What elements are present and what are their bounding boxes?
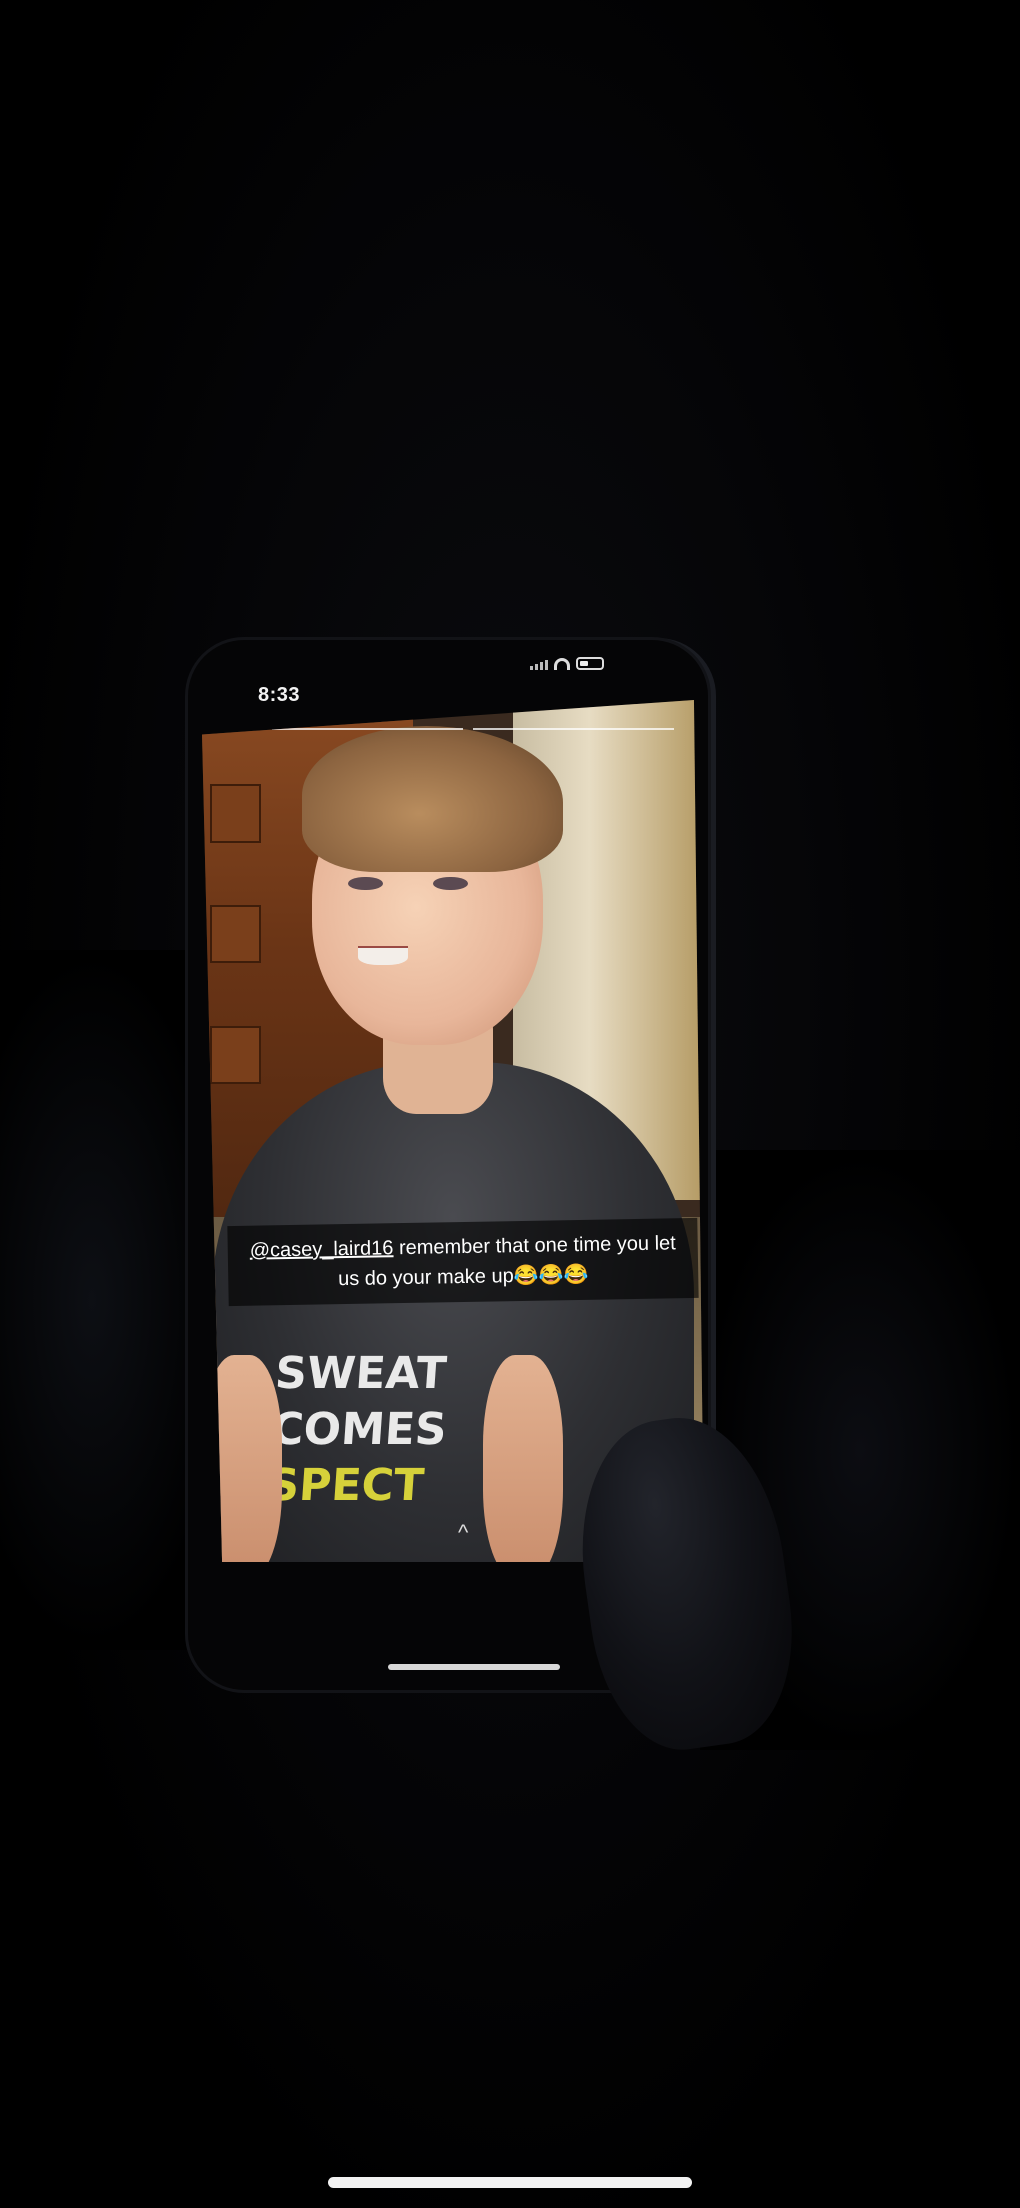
caption-text: remember that one time you let <box>393 1232 676 1260</box>
shirt-print-line: COMES <box>269 1404 449 1456</box>
chevron-up-icon[interactable]: ^ <box>458 1520 468 1546</box>
caption-mention[interactable]: @casey_laird16 <box>250 1237 394 1262</box>
phone-status-icons <box>530 657 604 670</box>
wifi-icon <box>554 657 570 670</box>
cellular-signal-icon <box>530 658 548 670</box>
battery-icon <box>576 657 604 670</box>
story-progress-segment <box>473 727 674 730</box>
kid-arm-right <box>483 1355 564 1562</box>
caption-line-1: @casey_laird16 remember that one time yo… <box>249 1228 676 1265</box>
phone-home-bar <box>388 1664 560 1670</box>
story-progress-segment <box>272 727 464 730</box>
kid-mouth <box>357 945 408 965</box>
photo-scene: 8:33 SWEAT COMES SPECT @casey_laird16 re… <box>0 0 1020 2208</box>
phone-status-time: 8:33 <box>258 684 301 706</box>
shirt-print: SWEAT COMES SPECT <box>263 1346 518 1553</box>
story-caption: @casey_laird16 remember that one time yo… <box>227 1217 699 1307</box>
shirt-print-line: SPECT <box>265 1460 426 1512</box>
home-indicator[interactable] <box>328 2177 692 2188</box>
caption-line-2: us do your make up😂😂😂 <box>337 1263 589 1291</box>
shirt-print-line: SWEAT <box>273 1348 448 1400</box>
